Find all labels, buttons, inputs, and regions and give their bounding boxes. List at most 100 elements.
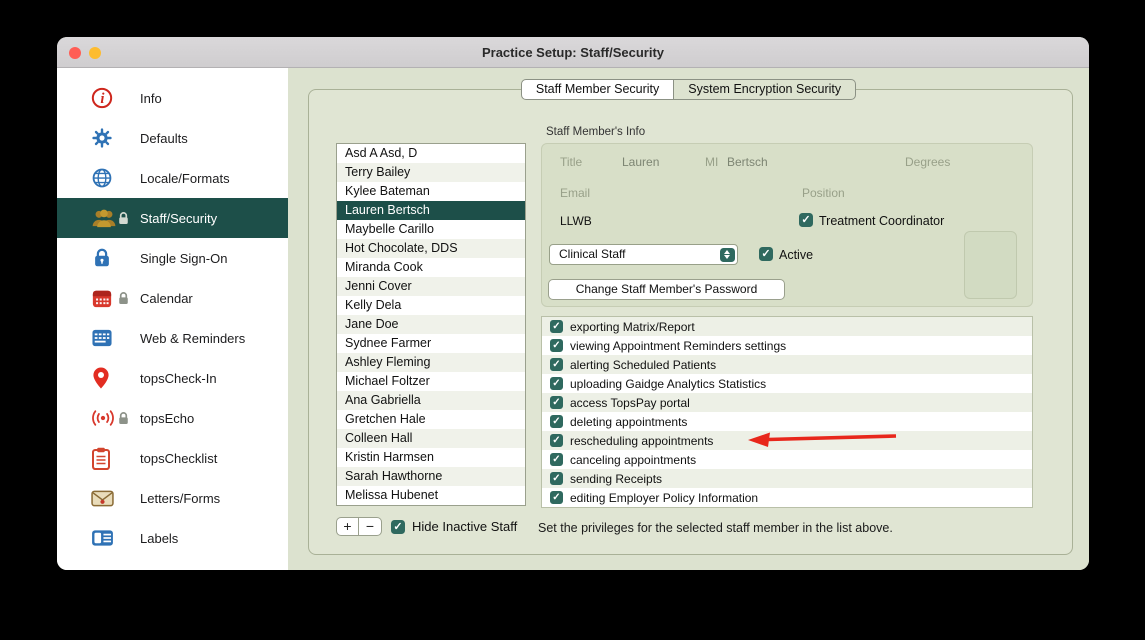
sidebar-item-label: Calendar — [140, 290, 193, 306]
minimize-button[interactable] — [89, 47, 101, 59]
sidebar-item-single-sign-on[interactable]: Single Sign-On — [57, 238, 288, 278]
close-button[interactable] — [69, 47, 81, 59]
dropdown-stepper-icon — [719, 247, 735, 262]
sidebar-item-label: Locale/Formats — [140, 170, 230, 186]
sidebar-item-label: Staff/Security — [140, 210, 218, 226]
email-field[interactable]: Email — [560, 186, 590, 200]
staff-list-controls: + − Hide Inactive Staff — [336, 517, 517, 536]
privilege-label: sending Receipts — [570, 471, 663, 486]
sidebar-item-defaults[interactable]: Defaults — [57, 118, 288, 158]
staff-row[interactable]: Hot Chocolate, DDS — [337, 239, 525, 258]
staff-row[interactable]: Sydnee Farmer — [337, 334, 525, 353]
tab-bar: Staff Member Security System Encryption … — [288, 79, 1089, 100]
change-password-button[interactable]: Change Staff Member's Password — [548, 279, 785, 300]
staff-row[interactable]: Asd A Asd, D — [337, 144, 525, 163]
staff-row[interactable]: Lauren Bertsch — [337, 201, 525, 220]
staff-row[interactable]: Kristin Harmsen — [337, 448, 525, 467]
sidebar-item-info[interactable]: i Info — [57, 78, 288, 118]
lock-icon — [91, 247, 117, 269]
sidebar: i Info Defaults Locale/Formats Staff/Securit… — [57, 68, 288, 570]
staff-row[interactable]: Colleen Hall — [337, 429, 525, 448]
staff-row[interactable]: Jane Doe — [337, 315, 525, 334]
staff-photo-well[interactable] — [964, 231, 1017, 299]
sidebar-item-label: Web & Reminders — [140, 330, 246, 346]
staff-row[interactable]: Miranda Cook — [337, 258, 525, 277]
title-field[interactable]: Title — [560, 155, 582, 169]
hide-inactive-checkbox[interactable] — [391, 519, 405, 534]
privilege-checkbox[interactable] — [550, 377, 563, 390]
mi-field[interactable]: MI — [705, 155, 718, 169]
position-field[interactable]: Position — [802, 186, 845, 200]
sidebar-item-topschecklist[interactable]: topsChecklist — [57, 438, 288, 478]
sidebar-item-label: Info — [140, 90, 162, 106]
privilege-label: rescheduling appointments — [570, 433, 714, 448]
privilege-row: editing Employer Policy Information — [542, 488, 1032, 507]
staff-row[interactable]: Terry Bailey — [337, 163, 525, 182]
staff-list: Asd A Asd, D Terry Bailey Kylee Bateman Lau… — [336, 143, 526, 506]
desktop-background: Practice Setup: Staff/Security i Info Defa… — [0, 0, 1145, 640]
privilege-checkbox[interactable] — [550, 339, 563, 352]
privilege-checkbox[interactable] — [550, 472, 563, 485]
staff-row[interactable]: Sarah Hawthorne — [337, 467, 525, 486]
staff-row[interactable]: Kylee Bateman — [337, 182, 525, 201]
staff-row[interactable]: Maybelle Carillo — [337, 220, 525, 239]
staff-row[interactable]: Jenni Cover — [337, 277, 525, 296]
last-name-field[interactable]: Bertsch — [727, 155, 768, 169]
calendar-icon — [91, 288, 117, 309]
remove-staff-button[interactable]: − — [359, 517, 382, 536]
staff-row[interactable]: Ana Gabriella — [337, 391, 525, 410]
sidebar-item-locale-formats[interactable]: Locale/Formats — [57, 158, 288, 198]
sidebar-item-label: Defaults — [140, 130, 188, 146]
privilege-checkbox[interactable] — [550, 453, 563, 466]
staff-row[interactable]: Michael Foltzer — [337, 372, 525, 391]
practice-setup-window: Practice Setup: Staff/Security i Info Defa… — [57, 37, 1089, 570]
add-staff-button[interactable]: + — [336, 517, 359, 536]
privilege-checkbox[interactable] — [550, 415, 563, 428]
privilege-checkbox[interactable] — [550, 320, 563, 333]
active-label: Active — [779, 248, 814, 262]
staff-info-heading: Staff Member's Info — [546, 126, 646, 138]
staff-row[interactable]: Melissa Hubenet — [337, 486, 525, 505]
privilege-label: uploading Gaidge Analytics Statistics — [570, 376, 767, 391]
privilege-label: deleting appointments — [570, 414, 688, 429]
sidebar-item-labels[interactable]: Labels — [57, 518, 288, 558]
staff-row[interactable]: Ashley Fleming — [337, 353, 525, 372]
titlebar[interactable]: Practice Setup: Staff/Security — [57, 37, 1089, 68]
privilege-label: alerting Scheduled Patients — [570, 357, 717, 372]
initials-value: LLWB — [560, 214, 592, 228]
traffic-lights — [69, 47, 101, 59]
svg-text:i: i — [100, 91, 104, 107]
active-checkbox[interactable] — [759, 247, 773, 261]
tab-staff-member-security[interactable]: Staff Member Security — [520, 79, 675, 100]
staff-row[interactable]: Gretchen Hale — [337, 410, 525, 429]
people-icon — [91, 208, 117, 228]
privilege-row: uploading Gaidge Analytics Statistics — [542, 374, 1032, 393]
privilege-row: viewing Appointment Reminders settings — [542, 336, 1032, 355]
sidebar-item-staff-security[interactable]: Staff/Security — [57, 198, 288, 238]
staff-row[interactable]: Kelly Dela — [337, 296, 525, 315]
privilege-row: alerting Scheduled Patients — [542, 355, 1032, 374]
lock-icon — [117, 291, 140, 305]
treatment-coordinator-checkbox[interactable] — [799, 213, 813, 227]
sidebar-item-calendar[interactable]: Calendar — [57, 278, 288, 318]
privilege-row: access TopsPay portal — [542, 393, 1032, 412]
privilege-checkbox[interactable] — [550, 434, 563, 447]
privilege-label: access TopsPay portal — [570, 395, 690, 410]
staff-type-dropdown[interactable]: Clinical Staff — [549, 244, 738, 265]
privilege-label: exporting Matrix/Report — [570, 319, 695, 334]
first-name-field[interactable]: Lauren — [622, 155, 659, 169]
sidebar-item-web-reminders[interactable]: Web & Reminders — [57, 318, 288, 358]
sidebar-item-label: topsCheck-In — [140, 370, 217, 386]
sidebar-item-topscheck-in[interactable]: topsCheck-In — [57, 358, 288, 398]
sidebar-item-topsecho[interactable]: topsEcho — [57, 398, 288, 438]
sidebar-item-letters-forms[interactable]: Letters/Forms — [57, 478, 288, 518]
tab-system-encryption-security[interactable]: System Encryption Security — [674, 79, 857, 100]
privilege-label: editing Employer Policy Information — [570, 490, 759, 505]
privilege-checkbox[interactable] — [550, 396, 563, 409]
privilege-checkbox[interactable] — [550, 358, 563, 371]
degrees-field[interactable]: Degrees — [905, 155, 950, 169]
sidebar-item-label: Letters/Forms — [140, 490, 221, 506]
security-panel: Asd A Asd, D Terry Bailey Kylee Bateman Lau… — [308, 89, 1073, 555]
privileges-footer: Set the privileges for the selected staf… — [538, 521, 893, 535]
privilege-checkbox[interactable] — [550, 491, 563, 504]
